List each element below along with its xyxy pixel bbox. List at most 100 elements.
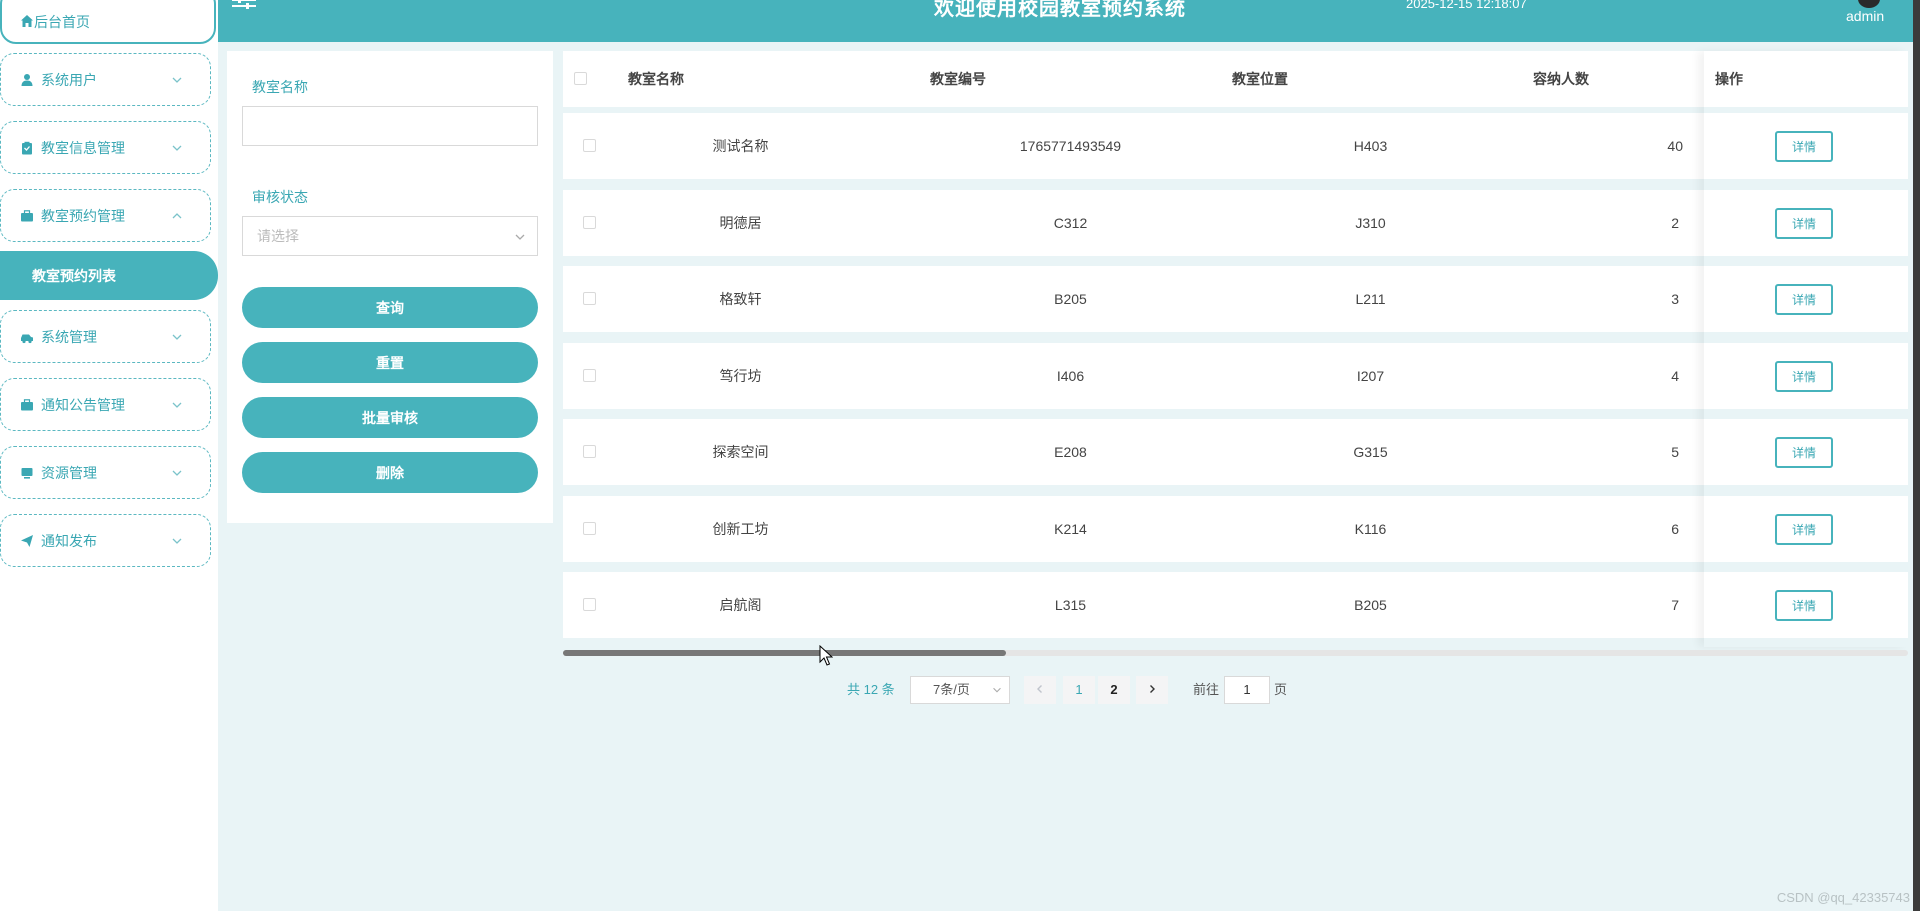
cell-capacity: 6 xyxy=(1671,521,1679,537)
goto-page-input[interactable]: 1 xyxy=(1224,676,1270,704)
user-icon xyxy=(19,72,35,88)
reservation-table: 教室名称 教室编号 教室位置 容纳人数 操作 测试名称 176577149354… xyxy=(563,51,1908,658)
cell-capacity: 4 xyxy=(1671,368,1679,384)
batch-review-button[interactable]: 批量审核 xyxy=(242,397,538,438)
review-status-label: 审核状态 xyxy=(252,189,308,205)
row-checkbox[interactable] xyxy=(583,139,596,152)
review-status-select[interactable]: 请选择 xyxy=(242,216,538,256)
chevron-down-icon xyxy=(172,402,182,408)
cell-capacity: 40 xyxy=(1667,138,1683,154)
sidebar-subitem-reservation-list[interactable]: 教室预约列表 xyxy=(0,251,218,300)
briefcase-icon xyxy=(19,397,35,413)
mouse-cursor-icon xyxy=(819,645,833,666)
page-number-1[interactable]: 1 xyxy=(1063,676,1095,704)
detail-button[interactable]: 详情 xyxy=(1775,590,1833,621)
sidebar-item-resources[interactable]: 资源管理 xyxy=(0,446,211,499)
cell-location: L211 xyxy=(1355,291,1386,307)
page-size-select[interactable]: 7条/页 xyxy=(910,676,1010,704)
detail-button[interactable]: 详情 xyxy=(1775,514,1833,545)
cell-code: C312 xyxy=(1053,215,1088,231)
classroom-name-input[interactable] xyxy=(242,106,538,146)
sidebar: 后台首页 系统用户 教室信息管理 教室预约管理 教室预约列表 系统管理 通知公告… xyxy=(0,0,218,911)
cell-code: B205 xyxy=(1054,291,1087,307)
chevron-left-icon xyxy=(1037,685,1042,693)
column-header: 教室位置 xyxy=(1232,71,1288,87)
cell-capacity: 5 xyxy=(1671,444,1679,460)
cell-capacity: 3 xyxy=(1671,291,1679,307)
home-icon xyxy=(20,14,34,31)
reset-button[interactable]: 重置 xyxy=(242,342,538,383)
classroom-name-label: 教室名称 xyxy=(252,79,308,95)
row-checkbox[interactable] xyxy=(583,445,596,458)
sidebar-item-label: 教室信息管理 xyxy=(41,139,125,156)
sidebar-item-label: 系统用户 xyxy=(41,71,97,88)
sidebar-item-label: 通知公告管理 xyxy=(41,396,125,413)
sidebar-item-label: 后台首页 xyxy=(34,14,90,30)
monitor-icon xyxy=(19,465,35,481)
cell-name: 启航阁 xyxy=(719,597,762,613)
car-icon xyxy=(19,329,35,345)
column-header: 教室编号 xyxy=(930,71,986,87)
sidebar-item-notice-management[interactable]: 通知公告管理 xyxy=(0,378,211,431)
cell-capacity: 7 xyxy=(1671,597,1679,613)
clipboard-icon xyxy=(19,140,35,156)
row-checkbox[interactable] xyxy=(583,216,596,229)
sidebar-item-label: 系统管理 xyxy=(41,328,97,345)
sidebar-item-system[interactable]: 系统管理 xyxy=(0,310,211,363)
detail-button[interactable]: 详情 xyxy=(1775,437,1833,468)
sidebar-item-label: 通知发布 xyxy=(41,532,97,549)
watermark: CSDN @qq_42335743 xyxy=(1776,890,1910,905)
sidebar-subitem-label: 教室预约列表 xyxy=(32,267,116,284)
chevron-down-icon xyxy=(172,470,182,476)
page-number-2[interactable]: 2 xyxy=(1098,676,1130,704)
cell-code: I406 xyxy=(1056,368,1085,384)
horizontal-scrollbar-thumb[interactable] xyxy=(563,650,1006,656)
cell-location: K116 xyxy=(1354,521,1387,537)
sidebar-item-home[interactable]: 后台首页 xyxy=(0,0,216,44)
sidebar-item-reservation[interactable]: 教室预约管理 xyxy=(0,189,211,242)
next-page-button[interactable] xyxy=(1136,676,1168,704)
avatar[interactable] xyxy=(1858,0,1880,8)
page-size-value: 7条/页 xyxy=(933,682,970,697)
chevron-right-icon xyxy=(1150,685,1155,693)
cell-location: B205 xyxy=(1354,597,1387,613)
chevron-up-icon xyxy=(172,212,182,218)
cell-name: 明德居 xyxy=(719,215,762,231)
menu-toggle-icon[interactable] xyxy=(232,0,256,17)
pagination-total: 共 12 条 xyxy=(847,682,895,697)
select-all-checkbox[interactable] xyxy=(574,72,587,85)
search-panel: 教室名称 审核状态 请选择 查询 重置 批量审核 删除 xyxy=(227,51,553,523)
goto-label: 前往 xyxy=(1193,682,1220,697)
chevron-down-icon xyxy=(172,334,182,340)
cell-code: E208 xyxy=(1054,444,1087,460)
column-header: 容纳人数 xyxy=(1533,71,1589,87)
detail-button[interactable]: 详情 xyxy=(1775,284,1833,315)
cell-code: K214 xyxy=(1054,521,1087,537)
sidebar-item-users[interactable]: 系统用户 xyxy=(0,53,211,106)
sidebar-item-publish-notice[interactable]: 通知发布 xyxy=(0,514,211,567)
row-checkbox[interactable] xyxy=(583,292,596,305)
cell-name: 测试名称 xyxy=(712,138,769,154)
chevron-down-icon xyxy=(993,687,1001,693)
cell-code: 1765771493549 xyxy=(1019,138,1122,154)
detail-button[interactable]: 详情 xyxy=(1775,131,1833,162)
sidebar-item-label: 资源管理 xyxy=(41,464,97,481)
sidebar-item-label: 教室预约管理 xyxy=(41,207,125,224)
cell-location: J310 xyxy=(1355,215,1386,231)
cell-name: 格致轩 xyxy=(719,291,762,307)
delete-button[interactable]: 删除 xyxy=(242,452,538,493)
prev-page-button[interactable] xyxy=(1024,676,1056,704)
chevron-down-icon xyxy=(172,538,182,544)
row-checkbox[interactable] xyxy=(583,522,596,535)
cell-location: H403 xyxy=(1353,138,1388,154)
row-checkbox[interactable] xyxy=(583,369,596,382)
chevron-down-icon xyxy=(172,77,182,83)
vertical-scrollbar[interactable] xyxy=(1913,0,1920,911)
column-header: 教室名称 xyxy=(628,71,684,87)
header-username[interactable]: admin xyxy=(1846,8,1884,24)
row-checkbox[interactable] xyxy=(583,598,596,611)
sidebar-item-classroom-info[interactable]: 教室信息管理 xyxy=(0,121,211,174)
detail-button[interactable]: 详情 xyxy=(1775,361,1833,392)
detail-button[interactable]: 详情 xyxy=(1775,208,1833,239)
query-button[interactable]: 查询 xyxy=(242,287,538,328)
